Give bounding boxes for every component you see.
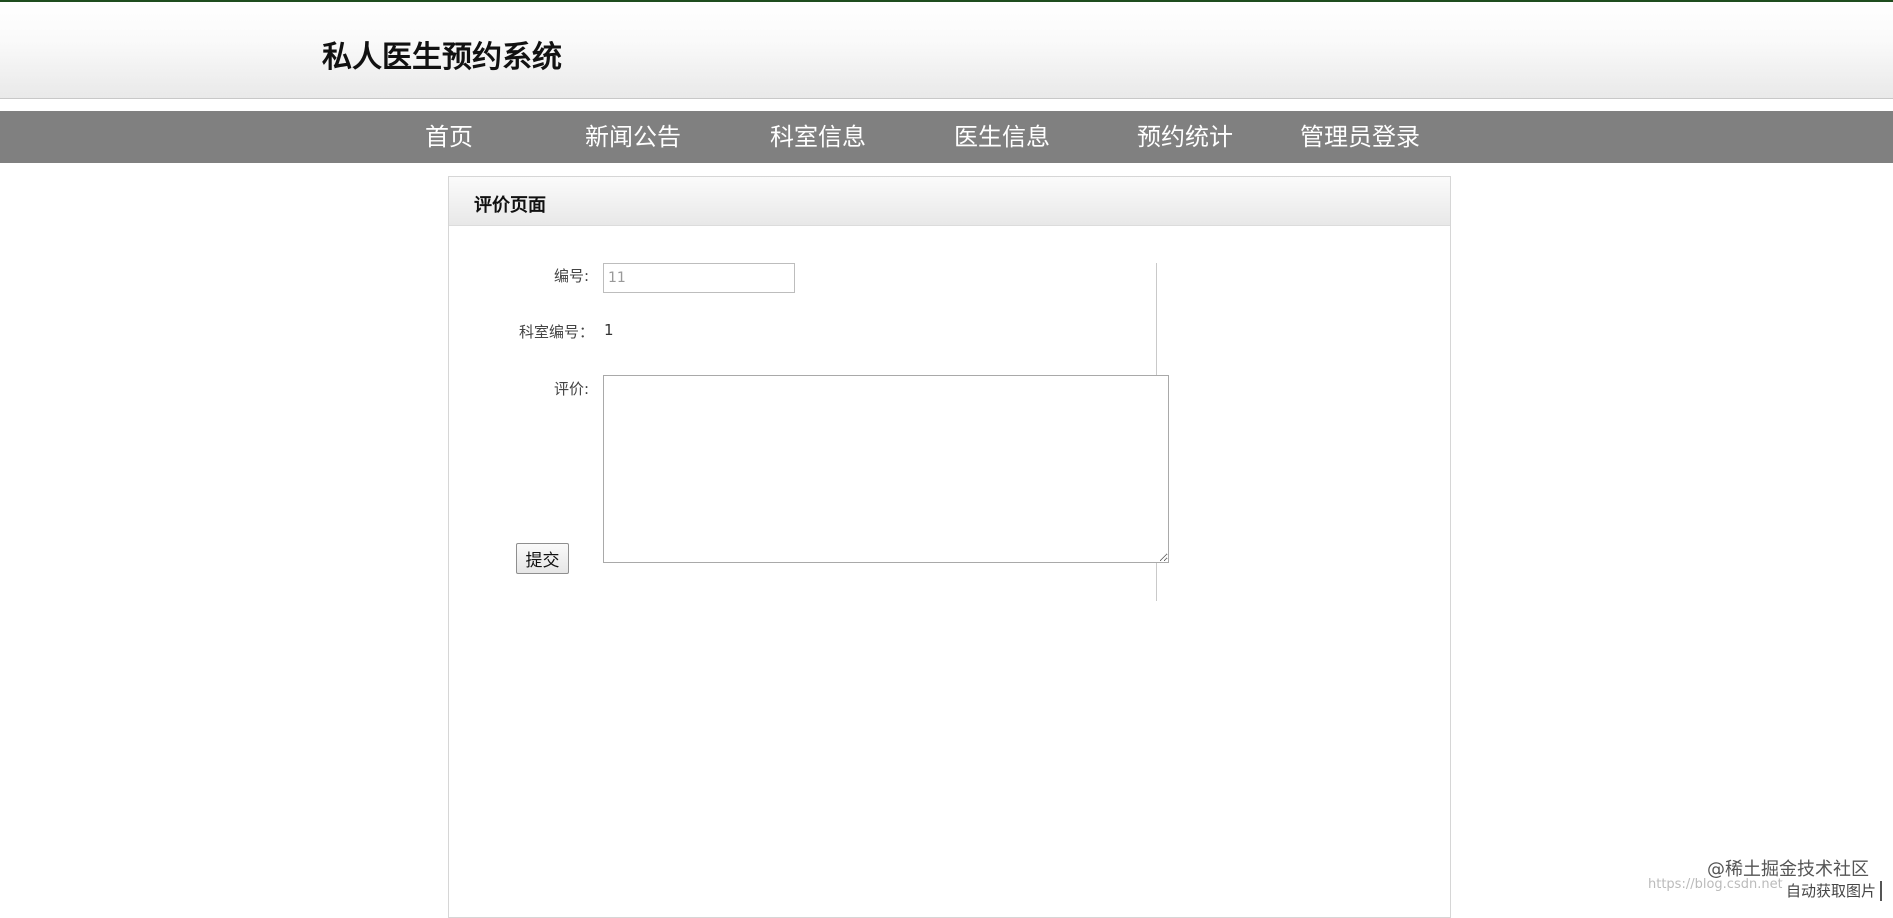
nav-item-news[interactable]: 新闻公告	[585, 111, 681, 163]
watermark-url: https://blog.csdn.net	[1648, 877, 1783, 892]
main-nav: 首页 新闻公告 科室信息 医生信息 预约统计 管理员登录	[0, 111, 1893, 163]
id-label: 编号:	[554, 267, 590, 285]
id-input[interactable]	[603, 263, 795, 293]
review-panel: 评价页面 编号: 科室编号： 1 评价: 提交	[448, 176, 1451, 918]
department-id-label: 科室编号：	[519, 323, 595, 341]
review-label: 评价:	[554, 380, 590, 398]
nav-item-doctors[interactable]: 医生信息	[954, 111, 1050, 163]
nav-item-admin-login[interactable]: 管理员登录	[1300, 111, 1420, 163]
site-title: 私人医生预约系统	[322, 40, 562, 75]
nav-item-appointment-stats[interactable]: 预约统计	[1137, 111, 1233, 163]
panel-title: 评价页面	[474, 195, 546, 216]
nav-item-home[interactable]: 首页	[425, 111, 473, 163]
panel-header: 评价页面	[449, 177, 1450, 226]
department-id-value: 1	[604, 321, 614, 339]
review-textarea[interactable]	[603, 375, 1169, 563]
site-header: 私人医生预约系统	[0, 2, 1893, 99]
auto-get-image-button[interactable]: 自动获取图片	[1782, 881, 1883, 901]
nav-item-departments[interactable]: 科室信息	[770, 111, 866, 163]
submit-button[interactable]: 提交	[516, 543, 569, 574]
